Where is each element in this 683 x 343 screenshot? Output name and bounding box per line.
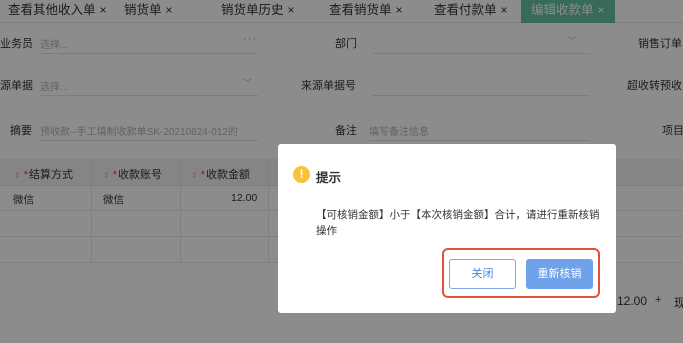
- re-verify-button[interactable]: 重新核销: [526, 259, 593, 289]
- close-button[interactable]: 关闭: [449, 259, 516, 289]
- confirm-dialog: ! 提示 【可核销金额】小于【本次核销金额】合计，请进行重新核销操作 关闭 重新…: [278, 144, 616, 313]
- dialog-title: 提示: [316, 171, 342, 185]
- dialog-message: 【可核销金额】小于【本次核销金额】合计，请进行重新核销操作: [316, 209, 600, 237]
- warning-icon: !: [293, 166, 310, 183]
